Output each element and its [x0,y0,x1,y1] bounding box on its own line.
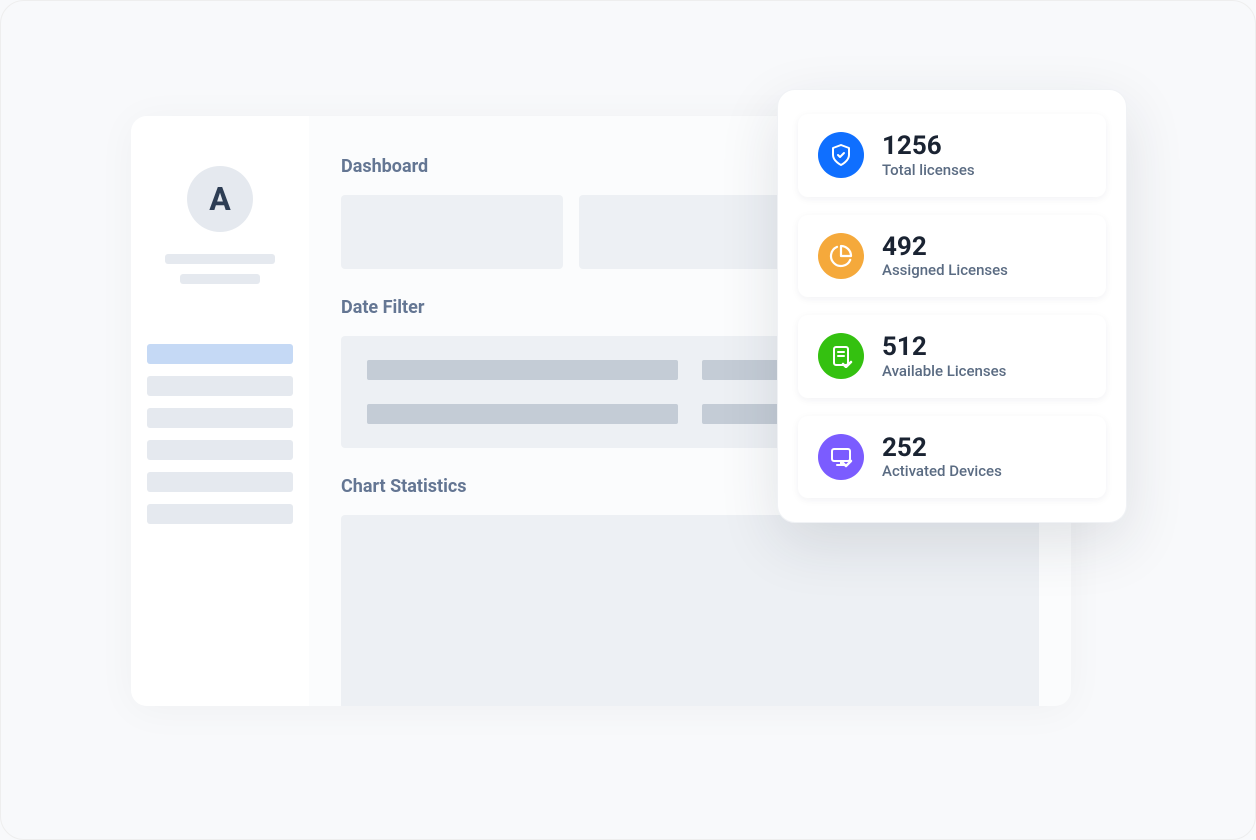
avatar-initial: A [209,180,231,218]
stat-label: Assigned Licenses [882,261,1008,279]
stat-value: 252 [882,434,1002,463]
filter-input-placeholder[interactable] [367,360,678,380]
page-frame: A Dashboard Date Filter [0,0,1256,840]
stat-value: 1256 [882,132,975,161]
chart-placeholder [341,515,1039,706]
monitor-check-icon [818,434,864,480]
stat-text: 512 Available Licenses [882,333,1006,380]
stat-label: Total licenses [882,161,975,179]
pie-chart-icon [818,233,864,279]
stat-label: Activated Devices [882,462,1002,480]
shield-check-icon [818,132,864,178]
filter-input-placeholder[interactable] [367,404,678,424]
dashboard-tile[interactable] [341,195,563,269]
stat-text: 492 Assigned Licenses [882,233,1008,280]
nav-item[interactable] [147,504,293,524]
stat-text: 252 Activated Devices [882,434,1002,481]
stat-text: 1256 Total licenses [882,132,975,179]
sidebar: A [131,116,309,706]
nav-item[interactable] [147,376,293,396]
nav-item[interactable] [147,408,293,428]
dashboard-tile[interactable] [579,195,801,269]
nav-item[interactable] [147,440,293,460]
stat-card-activated-devices[interactable]: 252 Activated Devices [798,416,1106,499]
stat-card-available-licenses[interactable]: 512 Available Licenses [798,315,1106,398]
stat-card-total-licenses[interactable]: 1256 Total licenses [798,114,1106,197]
nav-item[interactable] [147,472,293,492]
stat-label: Available Licenses [882,362,1006,380]
stat-value: 492 [882,233,1008,262]
avatar[interactable]: A [187,166,253,232]
nav-item-active[interactable] [147,344,293,364]
stat-card-assigned-licenses[interactable]: 492 Assigned Licenses [798,215,1106,298]
sidebar-subtitle-placeholder [180,274,260,284]
sidebar-nav [147,344,293,524]
sidebar-name-placeholder [165,254,275,264]
stats-panel: 1256 Total licenses 492 Assigned License… [777,89,1127,523]
document-check-icon [818,333,864,379]
stat-value: 512 [882,333,1006,362]
